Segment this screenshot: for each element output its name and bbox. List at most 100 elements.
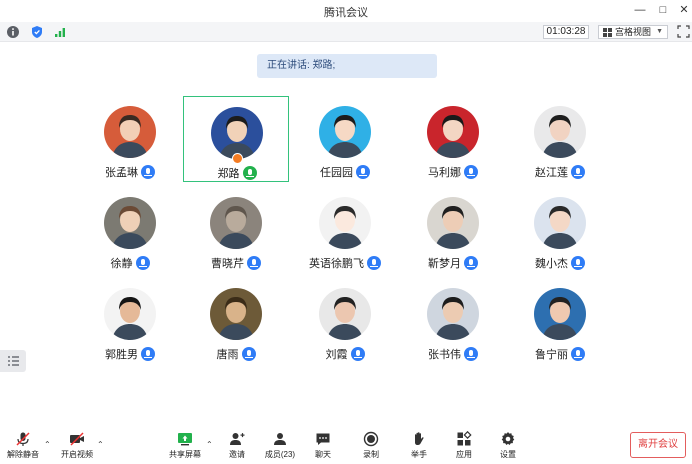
invite-button[interactable]: 邀请 xyxy=(224,428,250,464)
participant-tile[interactable]: 徐静 xyxy=(77,187,183,273)
participant-tile[interactable]: 张孟琳 xyxy=(77,96,183,182)
participant-tile[interactable]: 刘霞 xyxy=(292,278,398,364)
list-icon xyxy=(8,356,19,366)
bottom-toolbar: 解除静音 ⌃ 开启视频 ⌃ 共享屏幕 ⌃ 邀请 成员(23) 聊天 录制 举手 … xyxy=(0,428,692,464)
participant-tile[interactable]: 魏小杰 xyxy=(507,187,613,273)
invite-label: 邀请 xyxy=(229,450,245,459)
signal-icon[interactable] xyxy=(53,25,67,39)
chevron-up-icon[interactable]: ⌃ xyxy=(97,440,104,449)
mic-icon xyxy=(241,347,256,361)
meeting-timer: 01:03:28 xyxy=(543,25,589,39)
leave-meeting-button[interactable]: 离开会议 xyxy=(630,432,686,458)
participant-tile[interactable]: 郭胜男 xyxy=(77,278,183,364)
mic-icon xyxy=(141,165,155,179)
mic-icon xyxy=(571,347,585,361)
start-video-label: 开启视频 xyxy=(61,450,93,459)
participant-tile[interactable]: 英语徐鹏飞 xyxy=(292,187,398,273)
members-icon xyxy=(274,433,286,445)
mic-icon xyxy=(356,165,370,179)
gear-icon xyxy=(501,432,515,445)
apps-button[interactable]: 应用 xyxy=(451,428,477,464)
host-badge-icon xyxy=(232,153,243,164)
mic-icon xyxy=(141,347,155,361)
avatar xyxy=(534,106,586,158)
participant-name: 郑路 xyxy=(217,168,240,180)
share-screen-icon xyxy=(178,433,192,446)
participant-tile[interactable]: 靳梦月 xyxy=(400,187,506,273)
record-label: 录制 xyxy=(363,450,379,459)
mic-icon xyxy=(464,165,478,179)
participant-tile[interactable]: 赵江莲 xyxy=(507,96,613,182)
participant-name: 英语徐鹏飞 xyxy=(309,258,364,270)
start-video-button[interactable]: 开启视频 xyxy=(58,428,96,464)
mic-icon xyxy=(350,347,365,361)
participant-tile[interactable]: 曹晓芹 xyxy=(183,187,289,273)
participant-name: 赵江莲 xyxy=(535,167,568,179)
share-screen-button[interactable]: 共享屏幕 xyxy=(166,428,204,464)
participant-name-row: 张孟琳 xyxy=(77,164,183,180)
participant-tile[interactable]: 鲁宁丽 xyxy=(507,278,613,364)
participant-name-row: 靳梦月 xyxy=(400,255,506,271)
avatar xyxy=(104,288,156,340)
participant-name: 张孟琳 xyxy=(105,167,138,179)
participant-tile[interactable]: 马利娜 xyxy=(400,96,506,182)
share-screen-label: 共享屏幕 xyxy=(169,450,201,459)
unmute-label: 解除静音 xyxy=(7,450,39,459)
fullscreen-icon[interactable] xyxy=(677,25,690,38)
mic-muted-icon xyxy=(16,432,30,446)
settings-label: 设置 xyxy=(500,450,516,459)
record-button[interactable]: 录制 xyxy=(358,428,384,464)
participant-name: 唐雨 xyxy=(216,349,239,361)
participant-name: 鲁宁丽 xyxy=(535,349,568,361)
participant-name: 任园园 xyxy=(320,167,353,179)
unmute-button[interactable]: 解除静音 xyxy=(5,428,41,464)
members-button[interactable]: 成员(23) xyxy=(262,428,298,464)
avatar xyxy=(104,197,156,249)
minimize-icon[interactable]: — xyxy=(633,3,647,17)
close-icon[interactable]: ✕ xyxy=(677,3,691,17)
mic-icon xyxy=(135,256,150,270)
participant-name-row: 张书伟 xyxy=(400,346,506,362)
participant-name-row: 徐静 xyxy=(77,255,183,271)
grid-icon xyxy=(603,28,612,37)
avatar xyxy=(211,107,263,159)
maximize-icon[interactable]: □ xyxy=(656,3,670,17)
participant-name-row: 曹晓芹 xyxy=(183,255,289,271)
participant-name: 徐静 xyxy=(110,258,133,270)
mic-icon xyxy=(571,256,585,270)
chat-button[interactable]: 聊天 xyxy=(310,428,336,464)
participant-name-row: 魏小杰 xyxy=(507,255,613,271)
add-user-icon xyxy=(230,433,245,445)
avatar xyxy=(427,288,479,340)
video-off-icon xyxy=(70,432,84,446)
avatar xyxy=(210,288,262,340)
participant-name-row: 唐雨 xyxy=(183,346,289,362)
avatar xyxy=(427,106,479,158)
participant-name: 张书伟 xyxy=(428,349,461,361)
shield-icon[interactable] xyxy=(30,25,44,39)
participant-tile[interactable]: 郑路 xyxy=(183,96,289,182)
info-icon[interactable] xyxy=(6,25,20,39)
avatar xyxy=(534,288,586,340)
participant-name-row: 马利娜 xyxy=(400,164,506,180)
participant-tile[interactable]: 任园园 xyxy=(292,96,398,182)
avatar xyxy=(319,288,371,340)
participant-tile[interactable]: 唐雨 xyxy=(183,278,289,364)
speaking-banner: 正在讲话: 郑路; xyxy=(257,54,437,78)
settings-button[interactable]: 设置 xyxy=(495,428,521,464)
side-panel-toggle[interactable] xyxy=(0,350,26,372)
participant-name-row: 刘霞 xyxy=(292,346,398,362)
members-label: 成员(23) xyxy=(264,450,296,459)
hand-icon xyxy=(415,432,424,445)
view-switch-button[interactable]: 宫格视图 ▼ xyxy=(598,25,668,39)
participant-name: 马利娜 xyxy=(428,167,461,179)
participant-tile[interactable]: 张书伟 xyxy=(400,278,506,364)
chevron-up-icon[interactable]: ⌃ xyxy=(44,440,51,449)
participant-name-row: 郭胜男 xyxy=(77,346,183,362)
apps-label: 应用 xyxy=(456,450,472,459)
avatar xyxy=(319,106,371,158)
chevron-up-icon[interactable]: ⌃ xyxy=(206,440,213,449)
participant-name: 曹晓芹 xyxy=(211,258,244,270)
participant-name-row: 郑路 xyxy=(184,165,290,181)
raise-hand-button[interactable]: 举手 xyxy=(406,428,432,464)
